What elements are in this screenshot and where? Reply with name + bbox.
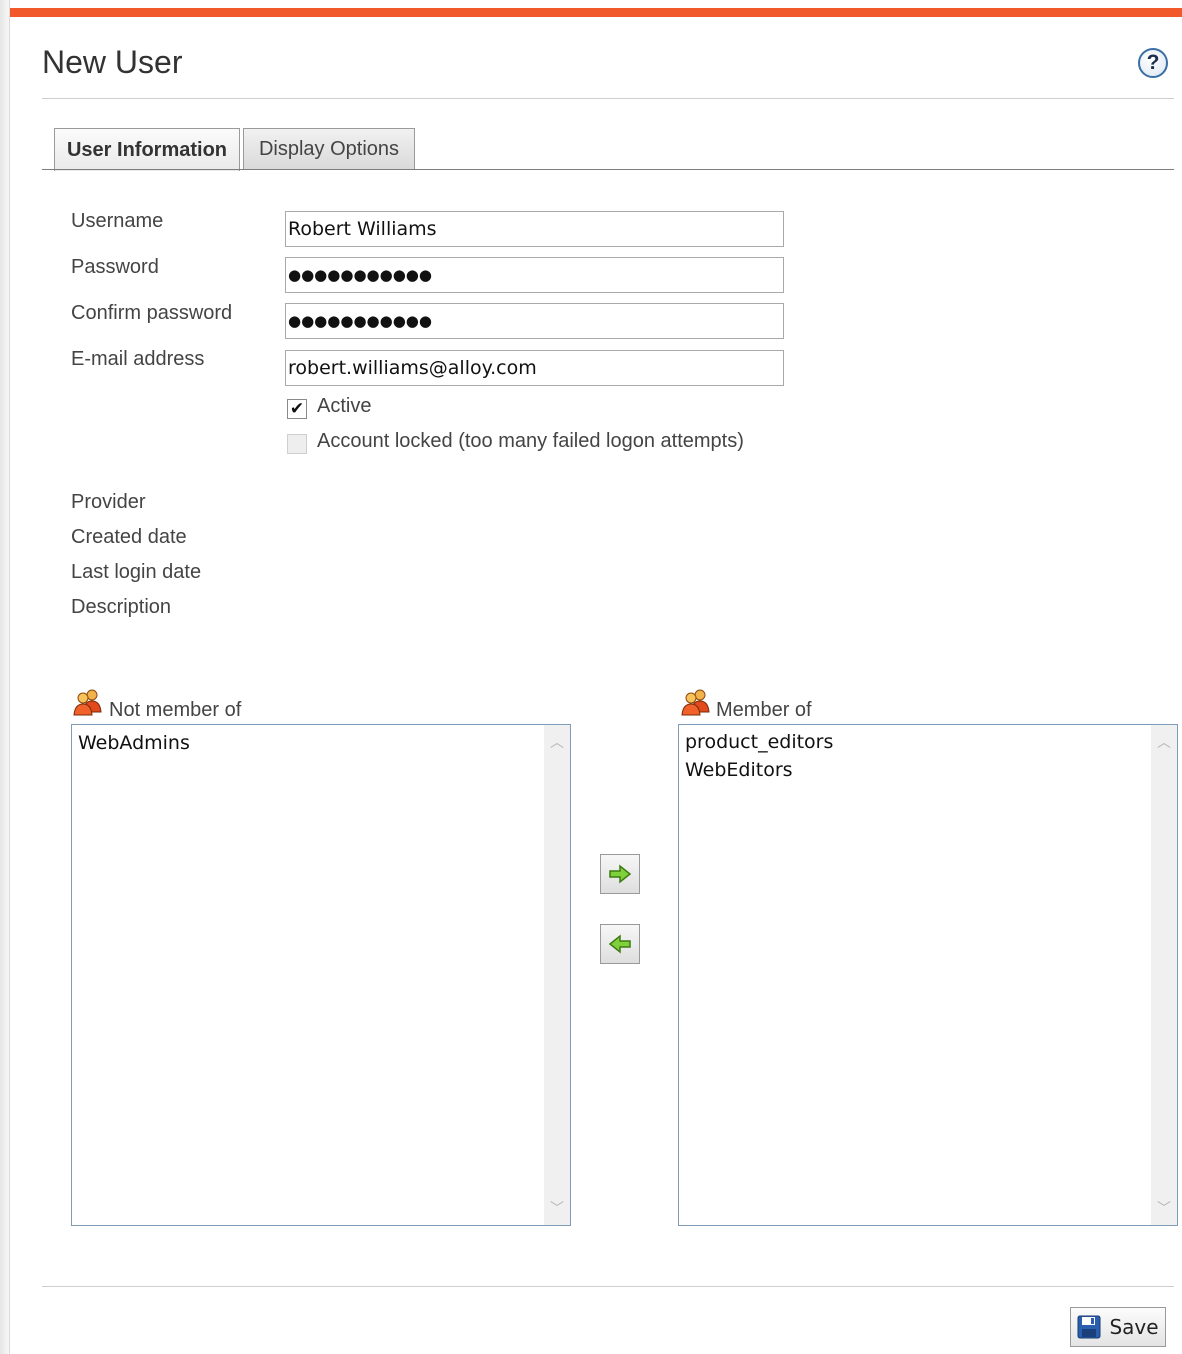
member-of-list[interactable]: product_editors WebEditors ︿ ﹀ [678,724,1178,1226]
remove-from-member-button[interactable] [600,924,640,964]
add-to-member-button[interactable] [600,854,640,894]
username-field[interactable]: Robert Williams [285,211,784,247]
active-label: Active [317,395,372,417]
save-button[interactable]: Save [1070,1307,1166,1347]
email-label: E-mail address [71,348,205,370]
footer-divider [42,1286,1174,1287]
scrollbar[interactable]: ︿ ﹀ [1151,725,1177,1225]
tab-user-information[interactable]: User Information [54,128,240,171]
save-button-label: Save [1109,1315,1159,1339]
help-icon[interactable]: ? [1138,48,1168,78]
title-divider [42,98,1174,99]
user-group-icon [681,689,710,716]
scrollbar[interactable]: ︿ ﹀ [544,725,570,1225]
tab-strip-divider [42,169,1174,170]
description-label: Description [71,596,172,618]
chevron-up-icon[interactable]: ︿ [544,729,570,755]
last-login-date-label: Last login date [71,561,202,583]
chevron-up-icon[interactable]: ︿ [1151,729,1177,755]
account-locked-checkbox[interactable] [287,434,307,454]
account-locked-label: Account locked (too many failed logon at… [317,430,744,452]
user-group-icon [73,689,102,716]
list-item[interactable]: WebAdmins [78,732,190,754]
not-member-of-list[interactable]: WebAdmins ︿ ﹀ [71,724,571,1226]
created-date-label: Created date [71,526,187,548]
chevron-down-icon[interactable]: ﹀ [1151,1195,1177,1221]
password-label: Password [71,256,159,278]
provider-label: Provider [71,491,146,513]
active-checkbox[interactable]: ✔ [287,399,307,419]
page-title: New User [42,44,183,80]
page-left-edge [0,0,10,1354]
password-field[interactable]: ●●●●●●●●●●● [285,257,784,293]
confirm-password-label: Confirm password [71,302,233,324]
chevron-down-icon[interactable]: ﹀ [544,1195,570,1221]
member-of-label: Member of [716,699,812,721]
floppy-disk-icon [1077,1315,1101,1339]
arrow-left-icon [608,934,631,954]
email-field[interactable]: robert.williams@alloy.com [285,350,784,386]
confirm-password-field[interactable]: ●●●●●●●●●●● [285,303,784,339]
list-item[interactable]: product_editors [685,731,833,753]
checkmark-icon: ✔ [289,399,305,418]
not-member-of-label: Not member of [109,699,242,721]
username-label: Username [71,210,164,232]
accent-top-bar [10,8,1182,17]
tab-display-options[interactable]: Display Options [243,128,415,170]
arrow-right-icon [609,864,632,884]
list-item[interactable]: WebEditors [685,759,793,781]
